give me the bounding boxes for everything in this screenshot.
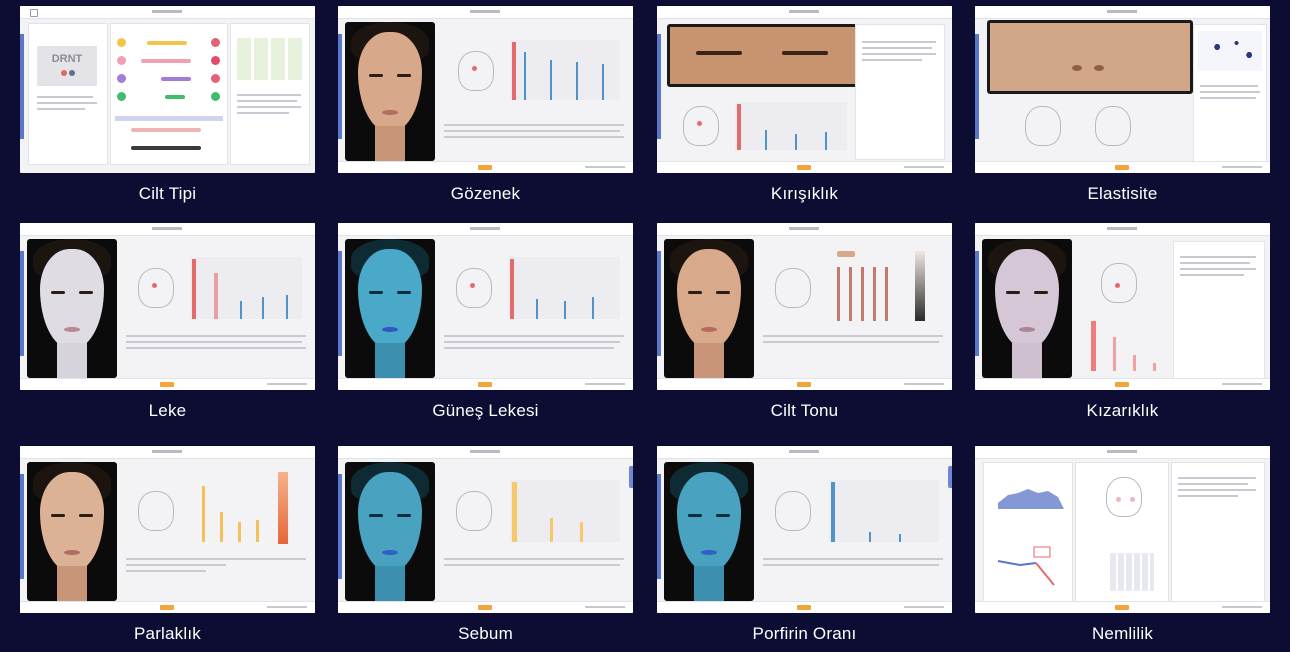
card-label: Kızarıklık [1086,401,1159,420]
screenshot-sebum [338,446,633,613]
screenshot-nemlilik [975,446,1270,613]
card-label: Cilt Tonu [770,401,839,420]
skin-type-badge: DRNT [37,46,97,86]
screenshot-cilt-tipi: DRNT [20,6,315,173]
screenshot-elastisite [975,6,1270,173]
card-label: Elastisite [1087,184,1158,203]
card-label: Leke [148,401,187,420]
skin-type-axes [110,23,228,165]
nose-photo [987,20,1193,94]
eyes-photo [667,24,858,87]
card-label: Cilt Tipi [138,184,197,203]
screenshot-gunes-lekesi [338,223,633,390]
screenshot-kirisiklik [657,6,952,173]
card-label: Parlaklık [134,624,201,643]
card-label: Kırışıklık [770,184,839,203]
screenshot-leke [20,223,315,390]
skin-type-panel: DRNT [28,23,108,165]
card-label: Güneş Lekesi [432,401,539,420]
screenshot-gozenek [338,6,633,173]
screenshot-porfirin-orani [657,446,952,613]
card-label: Porfirin Oranı [752,624,857,643]
card-label: Nemlilik [1091,624,1154,643]
card-label: Sebum [458,624,513,643]
face-photo [345,22,435,161]
card-label: Gözenek [450,184,521,203]
skin-type-grid [230,23,310,165]
skin-type-code: DRNT [51,53,83,65]
screenshot-cilt-tonu [657,223,952,390]
screenshot-parlaklik [20,446,315,613]
hydration-chart [997,489,1064,586]
screenshot-kizariklik [975,223,1270,390]
